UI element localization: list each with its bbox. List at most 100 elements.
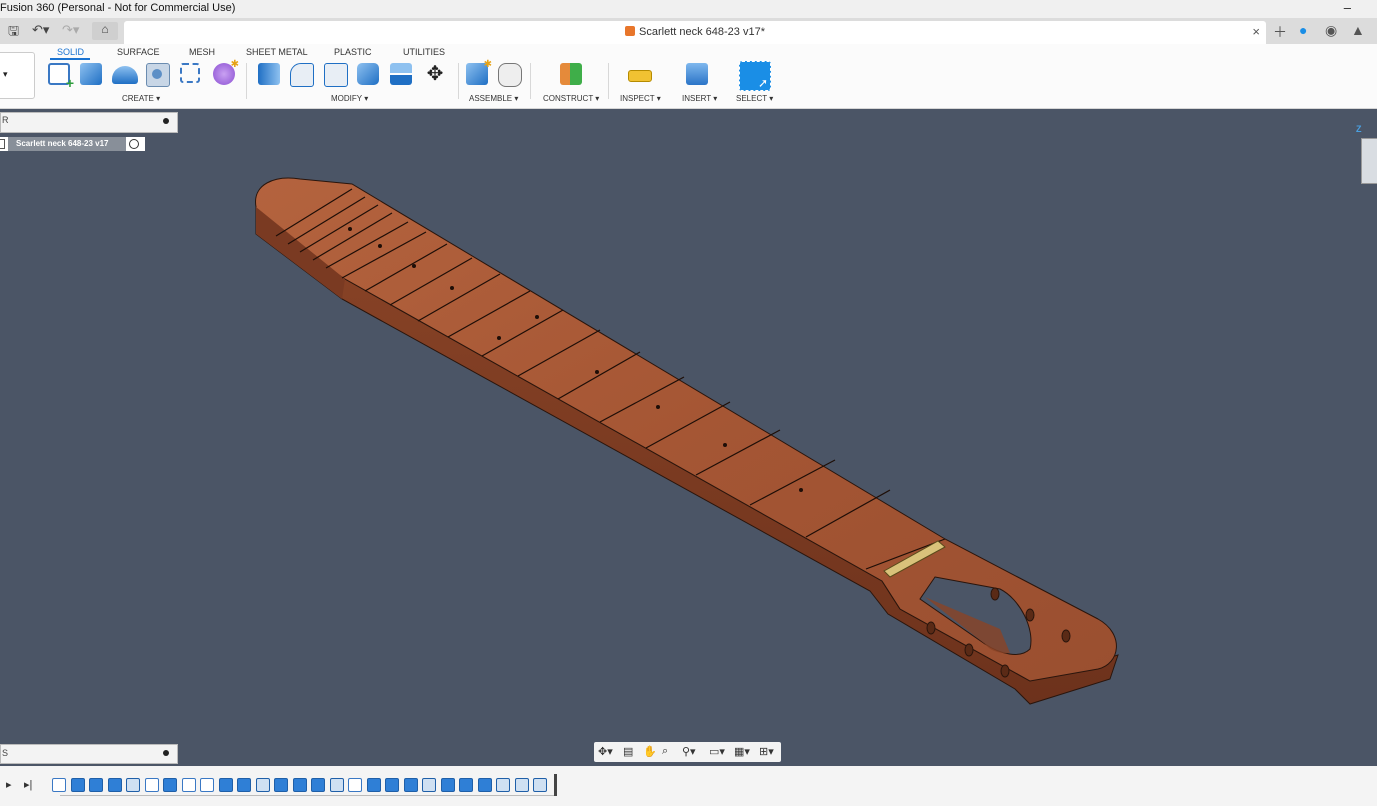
pattern-icon[interactable] [180,63,200,83]
timeline-feature-icon[interactable] [255,778,270,792]
fillet-icon[interactable] [290,63,314,87]
tab-plastic[interactable]: PLASTIC [334,47,372,57]
tab-sheet-metal[interactable]: SHEET METAL [246,47,308,57]
select-menu[interactable]: SELECT ▾ [736,94,773,103]
navigation-bar: ✥▾ ▤ ✋ ⌕ ⚲▾ ▭▾ ▦▾ ⊞▾ [594,742,781,762]
timeline-sketch-icon[interactable] [52,778,66,792]
tab-utilities[interactable]: UTILITIES [403,47,445,57]
press-pull-icon[interactable] [258,63,280,85]
browser-toggle-icon[interactable] [163,118,169,124]
timeline-feature-icon[interactable] [237,778,251,792]
select-icon[interactable]: ➚ [739,61,771,91]
split-body-icon[interactable] [390,63,412,85]
assemble-menu[interactable]: ASSEMBLE ▾ [469,94,518,103]
new-tab-icon[interactable]: ＋ [1273,22,1287,42]
browser-panel: R [0,112,178,133]
timeline-feature-icon[interactable] [70,778,85,792]
timeline: ▸ ▸| [0,766,1377,806]
insert-image-icon[interactable] [686,63,708,85]
timeline-feature-icon[interactable] [329,778,344,792]
extrude-icon[interactable] [80,63,102,85]
timeline-feature-icon[interactable] [440,778,455,792]
viewports-icon[interactable]: ⊞▾ [759,745,774,758]
look-at-icon[interactable]: ▤ [623,745,633,758]
comments-panel: S [0,744,178,764]
online-status-icon[interactable]: ● [1299,22,1307,38]
timeline-feature-icon[interactable] [422,778,436,792]
measure-icon[interactable] [628,70,652,82]
timeline-feature-icon[interactable] [218,778,233,792]
save-icon[interactable]: 🖫 [8,22,19,44]
tab-mesh[interactable]: MESH [189,47,215,57]
view-cube-face[interactable] [1361,138,1377,184]
insert-menu[interactable]: INSERT ▾ [682,94,717,103]
grid-settings-icon[interactable]: ▦▾ [734,745,750,758]
document-tab[interactable]: Scarlett neck 648-23 v17* × [124,21,1266,44]
construct-menu[interactable]: CONSTRUCT ▾ [543,94,599,103]
timeline-feature-icon[interactable] [89,778,103,792]
offset-plane-icon[interactable] [560,63,582,85]
document-name: Scarlett neck 648-23 v17* [639,26,765,38]
viewport[interactable] [0,109,1377,742]
ribbon-toolbar: SOLID SURFACE MESH SHEET METAL PLASTIC U… [0,44,1377,109]
timeline-feature-icon[interactable] [514,778,529,792]
close-tab-icon[interactable]: × [1252,24,1260,39]
tab-solid[interactable]: SOLID [57,47,84,57]
shell-icon[interactable] [357,63,379,85]
modify-menu[interactable]: MODIFY ▾ [331,94,368,103]
tab-surface[interactable]: SURFACE [117,47,160,57]
revolve-icon[interactable] [112,66,138,84]
home-icon[interactable]: ⌂ [92,22,118,40]
display-settings-icon[interactable]: ▭▾ [709,745,725,758]
timeline-feature-icon[interactable] [126,778,140,792]
timeline-feature-icon[interactable] [292,778,307,792]
play-icon[interactable]: ▸ [6,778,12,791]
timeline-feature-icon[interactable] [107,778,122,792]
redo-icon[interactable]: ↷▾ [62,22,79,38]
move-icon[interactable]: ✥ [424,63,446,85]
pan-icon[interactable]: ✋ [643,745,657,758]
step-end-icon[interactable]: ▸| [24,778,32,791]
separator [246,63,247,99]
browser-label: R [2,115,9,125]
timeline-marker[interactable] [554,774,557,796]
job-status-icon[interactable]: ◉ [1325,22,1337,39]
undo-icon[interactable]: ↶▾ [32,22,49,38]
orbit-icon[interactable]: ✥▾ [598,745,613,758]
activate-radio-icon[interactable] [129,139,139,149]
timeline-sketch-icon[interactable] [348,778,362,792]
minimize-button[interactable]: – [1344,0,1351,15]
comments-toggle-icon[interactable] [163,750,169,756]
timeline-feature-icon[interactable] [496,778,510,792]
separator [608,63,609,99]
workspace-switcher[interactable]: ▾ [0,52,35,99]
timeline-feature-icon[interactable] [163,778,177,792]
fit-icon[interactable]: ⚲▾ [682,745,696,758]
inspect-menu[interactable]: INSPECT ▾ [620,94,661,103]
separator [458,63,459,99]
timeline-feature-icon[interactable] [477,778,492,792]
create-sketch-icon[interactable]: + [48,63,74,91]
create-form-icon[interactable]: ✱ [213,59,239,85]
browser-root-node[interactable]: Scarlett neck 648-23 v17 [0,137,145,151]
timeline-feature-icon[interactable] [366,778,381,792]
window-title: Fusion 360 (Personal - Not for Commercia… [0,2,236,14]
timeline-feature-icon[interactable] [385,778,399,792]
chamfer-icon[interactable] [324,63,348,87]
timeline-sketch-icon[interactable] [144,778,159,792]
timeline-feature-icon[interactable] [459,778,473,792]
create-menu[interactable]: CREATE ▾ [122,94,160,103]
notifications-icon[interactable]: ▲ [1351,22,1365,38]
hole-icon[interactable] [146,63,170,87]
new-component-icon[interactable]: ✱ [466,59,492,85]
timeline-feature-icon[interactable] [533,778,547,792]
root-component-label[interactable]: Scarlett neck 648-23 v17 [8,137,126,151]
timeline-sketch-icon[interactable] [181,778,196,792]
timeline-sketch-icon[interactable] [200,778,214,792]
timeline-feature-icon[interactable] [311,778,325,792]
view-cube[interactable]: Z [1356,124,1377,184]
timeline-feature-icon[interactable] [403,778,418,792]
timeline-feature-icon[interactable] [274,778,288,792]
joint-icon[interactable] [498,63,522,87]
zoom-icon[interactable]: ⌕ [662,745,668,758]
